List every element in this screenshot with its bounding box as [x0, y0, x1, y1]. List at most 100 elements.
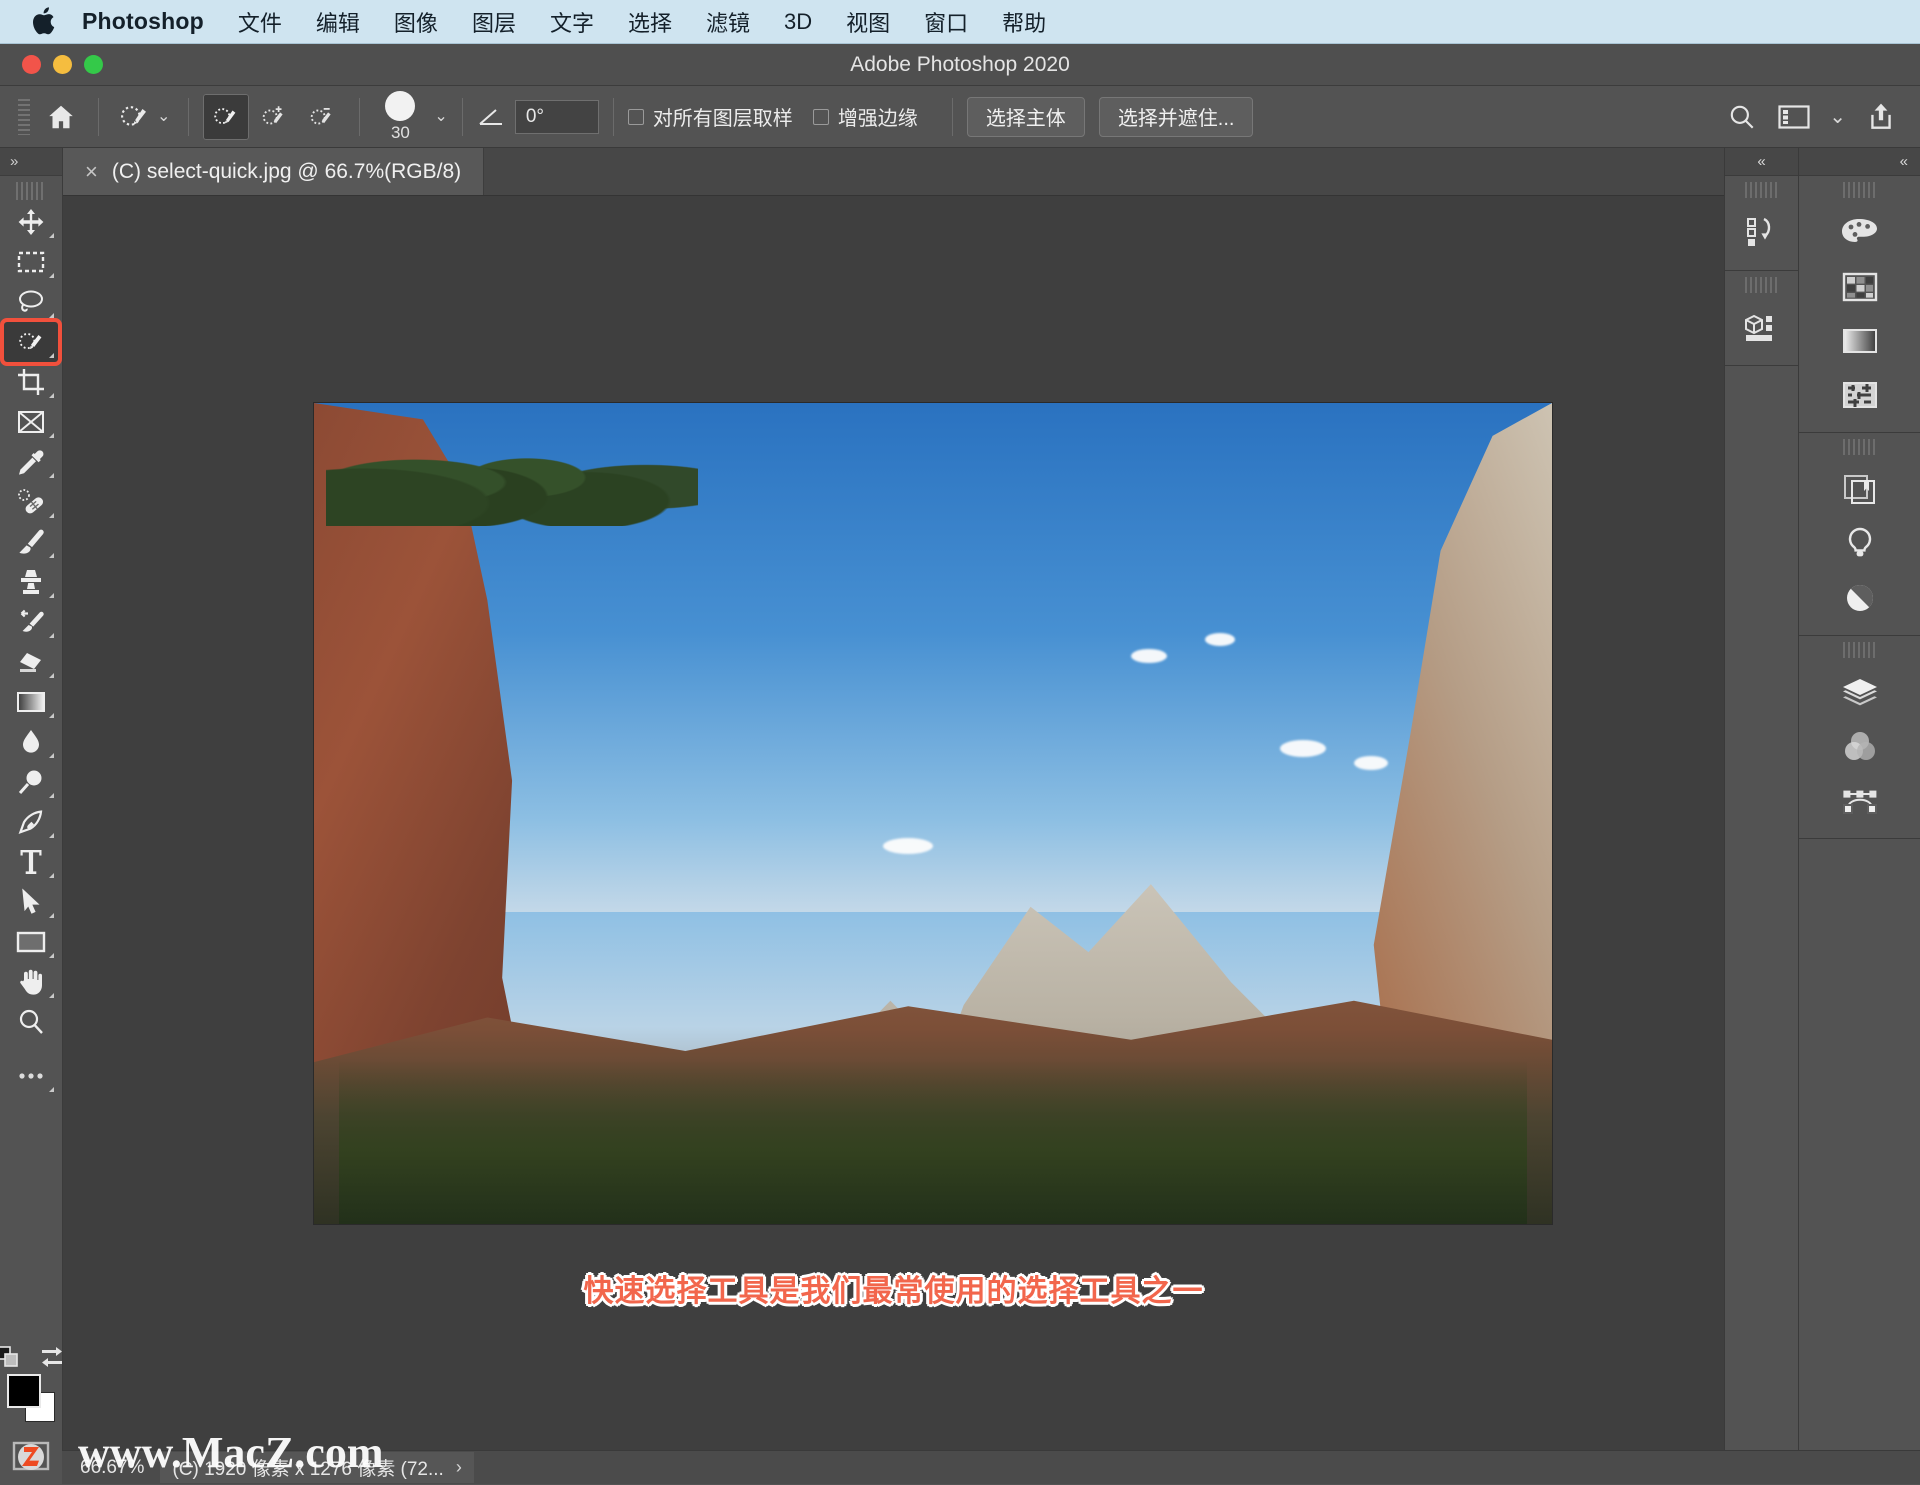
menu-item-window[interactable]: 窗口 — [924, 6, 968, 38]
collapse-primary-dock-button[interactable]: « — [1799, 148, 1920, 176]
panel-group-grip[interactable] — [1842, 182, 1877, 198]
sidebar-item-gradient-tool[interactable] — [4, 682, 58, 722]
sidebar-item-crop-tool[interactable] — [4, 362, 58, 402]
tool-flyout-triangle[interactable] — [49, 873, 54, 878]
panel-group-grip[interactable] — [1744, 182, 1779, 198]
sidebar-item-brush-tool[interactable] — [4, 522, 58, 562]
menu-item-image[interactable]: 图像 — [394, 6, 438, 38]
tool-flyout-triangle[interactable] — [49, 633, 54, 638]
document-info[interactable]: (C) 1920 像素 x 1276 像素 (72... › — [160, 1452, 474, 1483]
tool-flyout-triangle[interactable] — [49, 433, 54, 438]
tool-flyout-triangle[interactable] — [49, 833, 54, 838]
tool-flyout-triangle[interactable] — [49, 553, 54, 558]
layers-panel-icon[interactable] — [1799, 666, 1920, 720]
sample-all-layers-checkbox[interactable]: 对所有图层取样 — [627, 102, 793, 131]
foreground-color-swatch[interactable] — [7, 1374, 41, 1408]
learn-panel-icon[interactable] — [1799, 517, 1920, 571]
close-icon[interactable]: × — [85, 159, 98, 185]
checkbox-box[interactable] — [627, 108, 644, 125]
z-logo-icon[interactable] — [11, 1436, 51, 1476]
tool-flyout-triangle[interactable] — [49, 273, 54, 278]
libraries-panel-icon[interactable] — [1799, 463, 1920, 517]
sidebar-item-type-tool[interactable] — [4, 842, 58, 882]
tool-flyout-triangle[interactable] — [49, 673, 54, 678]
sidebar-item-rectangular-marquee-tool[interactable] — [4, 242, 58, 282]
sidebar-item-pen-tool[interactable] — [4, 802, 58, 842]
enhance-edge-checkbox[interactable]: 增强边缘 — [812, 102, 918, 131]
tool-flyout-triangle[interactable] — [49, 233, 54, 238]
sidebar-item-clone-stamp-tool[interactable] — [4, 562, 58, 602]
gradients-panel-icon[interactable] — [1799, 314, 1920, 368]
search-icon[interactable] — [1725, 100, 1759, 134]
home-icon[interactable] — [38, 94, 84, 140]
tool-flyout-triangle[interactable] — [49, 393, 54, 398]
sidebar-item-eyedropper-tool[interactable] — [4, 442, 58, 482]
paths-panel-icon[interactable] — [1799, 774, 1920, 828]
sidebar-item-path-selection-tool[interactable] — [4, 882, 58, 922]
sidebar-item-hand-tool[interactable] — [4, 962, 58, 1002]
color-swatches[interactable] — [7, 1374, 55, 1422]
tool-flyout-triangle[interactable] — [49, 593, 54, 598]
tool-flyout-triangle[interactable] — [49, 953, 54, 958]
zoom-level[interactable]: 66.67% — [80, 1457, 144, 1479]
menu-item-layer[interactable]: 图层 — [472, 6, 516, 38]
canvas-stage[interactable]: 快速选择工具是我们最常使用的选择工具之一 — [63, 196, 1724, 1484]
menu-item-help[interactable]: 帮助 — [1002, 6, 1046, 38]
share-icon[interactable] — [1864, 100, 1898, 134]
options-bar-grip[interactable] — [18, 98, 30, 135]
angle-input[interactable]: 0° — [514, 99, 599, 134]
tool-flyout-triangle[interactable] — [49, 353, 54, 358]
menu-item-file[interactable]: 文件 — [238, 6, 282, 38]
tool-flyout-triangle[interactable] — [49, 313, 54, 318]
quick-mask-icon[interactable] — [0, 1346, 23, 1368]
sidebar-item-dodge-tool[interactable] — [4, 762, 58, 802]
tool-flyout-triangle[interactable] — [49, 1087, 54, 1092]
menu-item-3d[interactable]: 3D — [784, 9, 812, 35]
sidebar-item-eraser-tool[interactable] — [4, 642, 58, 682]
channels-panel-icon[interactable] — [1799, 720, 1920, 774]
workspace-chevron-down-icon[interactable]: ⌄ — [1829, 107, 1846, 127]
workspace-icon[interactable] — [1777, 100, 1811, 134]
chevron-down-icon[interactable]: ⌄ — [157, 108, 170, 125]
menu-item-filter[interactable]: 滤镜 — [706, 6, 750, 38]
adjustments-panel-icon[interactable] — [1799, 571, 1920, 625]
toolbar-grip[interactable] — [16, 182, 46, 200]
sidebar-item-zoom-tool[interactable] — [4, 1002, 58, 1042]
tool-flyout-triangle[interactable] — [49, 513, 54, 518]
panel-group-grip[interactable] — [1842, 642, 1877, 658]
sidebar-item-rectangle-tool[interactable] — [4, 922, 58, 962]
sidebar-item-quick-selection-tool[interactable] — [0, 318, 62, 366]
chevron-right-icon[interactable]: › — [456, 1457, 462, 1478]
document-image[interactable] — [313, 402, 1553, 1225]
select-subject-button[interactable]: 选择主体 — [966, 96, 1085, 137]
brush-options-chevron-down-icon[interactable]: ⌄ — [434, 108, 447, 125]
tool-preset-picker[interactable]: ⌄ — [113, 100, 174, 134]
panel-group-grip[interactable] — [1842, 439, 1877, 455]
menubar-app-name[interactable]: Photoshop — [82, 8, 204, 35]
panel-group-grip[interactable] — [1744, 277, 1779, 293]
document-tab[interactable]: × (C) select-quick.jpg @ 66.7%(RGB/8) — [63, 148, 485, 195]
selection-add-button[interactable] — [251, 94, 297, 140]
tool-flyout-triangle[interactable] — [49, 473, 54, 478]
sidebar-item-frame-tool[interactable] — [4, 402, 58, 442]
checkbox-box[interactable] — [812, 108, 829, 125]
3d-panel-icon[interactable] — [1725, 301, 1798, 355]
swatches-panel-icon[interactable] — [1799, 260, 1920, 314]
menu-item-view[interactable]: 视图 — [846, 6, 890, 38]
tool-flyout-triangle[interactable] — [49, 793, 54, 798]
history-panel-icon[interactable] — [1725, 206, 1798, 260]
tool-flyout-triangle[interactable] — [49, 713, 54, 718]
selection-new-button[interactable] — [203, 93, 250, 140]
tool-flyout-triangle[interactable] — [49, 993, 54, 998]
menu-item-type[interactable]: 文字 — [550, 6, 594, 38]
collapse-secondary-dock-button[interactable]: « — [1725, 148, 1798, 176]
sidebar-item-blur-tool[interactable] — [4, 722, 58, 762]
selection-subtract-button[interactable] — [299, 94, 345, 140]
select-and-mask-button[interactable]: 选择并遮住... — [1098, 96, 1254, 137]
menu-item-select[interactable]: 选择 — [628, 6, 672, 38]
toolbar-collapse-button[interactable]: » — [0, 148, 62, 176]
sidebar-item-history-brush-tool[interactable] — [4, 602, 58, 642]
edit-toolbar-button[interactable] — [4, 1056, 58, 1096]
sidebar-item-lasso-tool[interactable] — [4, 282, 58, 322]
tool-flyout-triangle[interactable] — [49, 913, 54, 918]
